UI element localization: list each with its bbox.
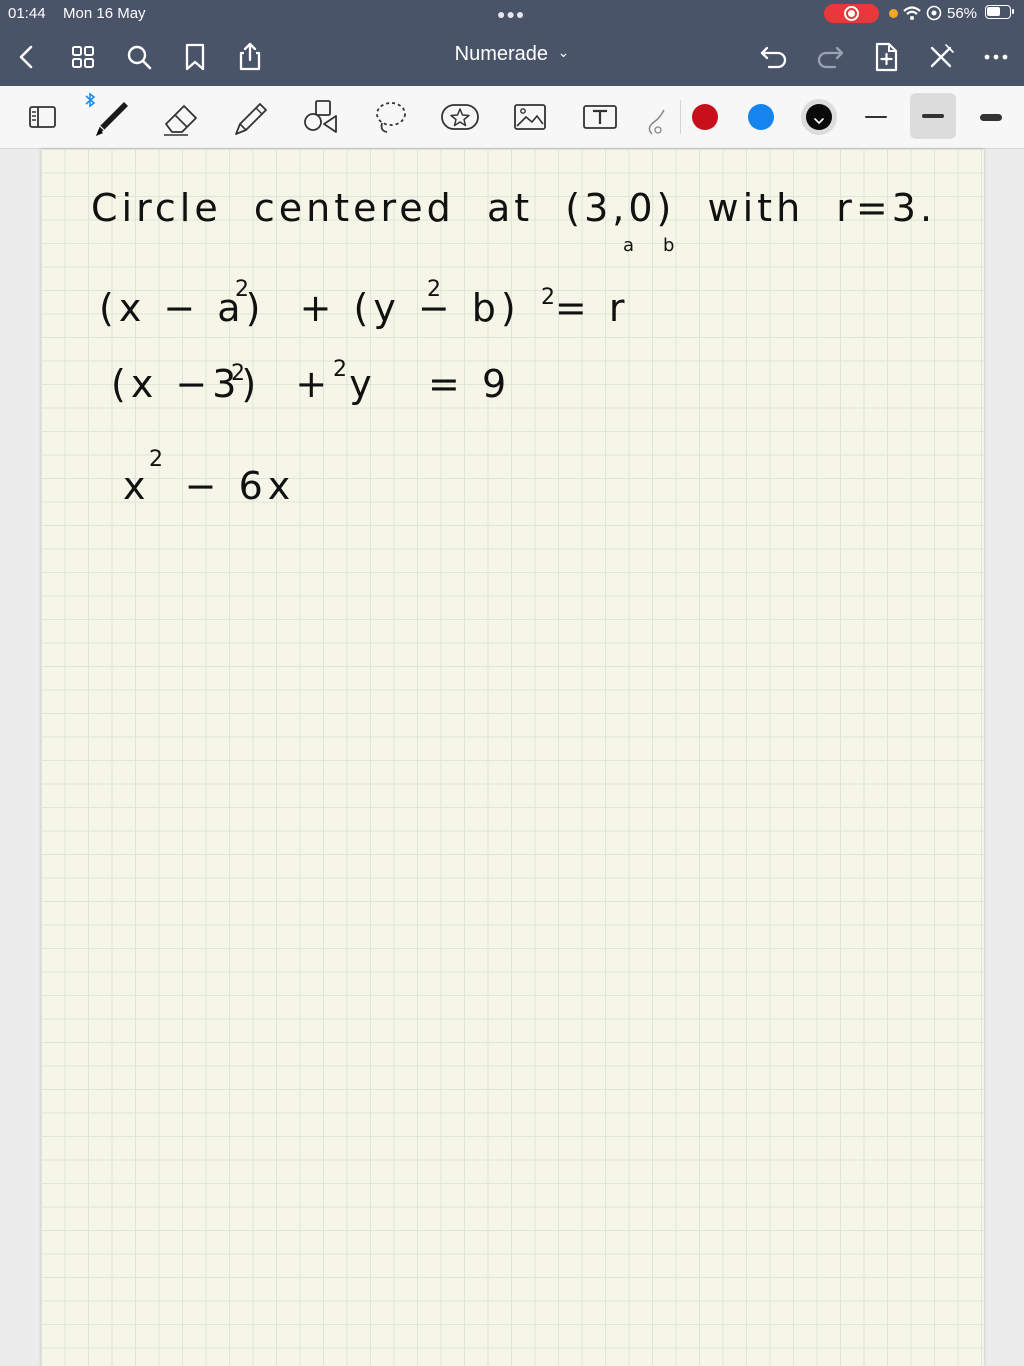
note-line-1: Circle centered at (3,0) with r=3. xyxy=(91,186,937,230)
close-icon[interactable] xyxy=(924,40,958,74)
share-icon[interactable] xyxy=(233,40,267,74)
status-bar: 01:44 Mon 16 May ●●● 56% xyxy=(0,0,1024,28)
thickness-thick[interactable] xyxy=(970,102,1012,132)
lasso-icon[interactable] xyxy=(368,94,414,140)
location-icon xyxy=(926,5,942,26)
note-line-3-exponent-1: 2 xyxy=(231,361,245,386)
sidebar-toggle-icon[interactable] xyxy=(19,94,65,140)
eraser-icon[interactable] xyxy=(158,94,204,140)
battery-percent: 56% xyxy=(947,5,978,22)
title-chevron-icon: ⌄ xyxy=(557,44,570,60)
redo-icon[interactable] xyxy=(813,40,847,74)
status-date: Mon 16 May xyxy=(63,5,146,22)
note-line-1-sub-a: a xyxy=(623,235,635,256)
note-line-2-exponent-3: 2 xyxy=(541,285,555,310)
note-page[interactable]: Circle centered at (3,0) with r=3. a b (… xyxy=(41,149,984,1366)
color-swatch-red[interactable] xyxy=(692,104,718,130)
note-line-1-sub-b: b xyxy=(663,235,675,256)
note-line-4: x − 6x xyxy=(123,464,296,508)
note-line-2-exponent-1: 2 xyxy=(235,277,249,302)
undo-icon[interactable] xyxy=(757,40,791,74)
nav-bar: Numerade ⌄ xyxy=(0,28,1024,86)
grid-icon[interactable] xyxy=(66,40,100,74)
more-icon[interactable] xyxy=(980,40,1014,74)
screen-record-icon[interactable] xyxy=(824,4,879,23)
sticker-icon[interactable] xyxy=(437,94,483,140)
chevron-down-icon xyxy=(813,112,825,130)
note-line-4-exponent: 2 xyxy=(149,447,163,472)
color-swatch-blue[interactable] xyxy=(748,104,774,130)
notes-canvas-area: Circle centered at (3,0) with r=3. a b (… xyxy=(0,149,1024,1366)
document-title[interactable]: Numerade ⌄ xyxy=(412,43,612,66)
search-icon[interactable] xyxy=(122,40,156,74)
thickness-medium-selected[interactable] xyxy=(910,93,956,139)
wifi-icon xyxy=(902,4,922,27)
document-title-text: Numerade xyxy=(454,43,549,65)
shapes-icon[interactable] xyxy=(298,94,344,140)
back-chevron-icon[interactable] xyxy=(10,40,44,74)
top-bar: 01:44 Mon 16 May ●●● 56% Numerade ⌄ xyxy=(0,0,1024,86)
drawing-toolbar xyxy=(0,86,1024,149)
thickness-thin[interactable] xyxy=(855,102,897,132)
bookmark-icon[interactable] xyxy=(178,40,212,74)
multitask-dots-icon[interactable]: ●●● xyxy=(497,6,525,22)
status-time: 01:44 xyxy=(8,5,46,22)
color-swatch-black-selected[interactable] xyxy=(801,99,837,135)
pen-icon[interactable] xyxy=(88,94,134,140)
toolbar-divider xyxy=(680,100,681,134)
note-line-3-exponent-2: 2 xyxy=(333,357,347,382)
note-line-2-exponent-2: 2 xyxy=(427,277,441,302)
battery-icon xyxy=(985,5,1014,19)
orange-dot-icon xyxy=(889,9,898,18)
highlighter-icon[interactable] xyxy=(228,94,274,140)
add-page-icon[interactable] xyxy=(869,40,903,74)
image-icon[interactable] xyxy=(507,94,553,140)
note-line-3: (x −3) + y = 9 xyxy=(111,362,512,406)
text-icon[interactable] xyxy=(577,94,623,140)
